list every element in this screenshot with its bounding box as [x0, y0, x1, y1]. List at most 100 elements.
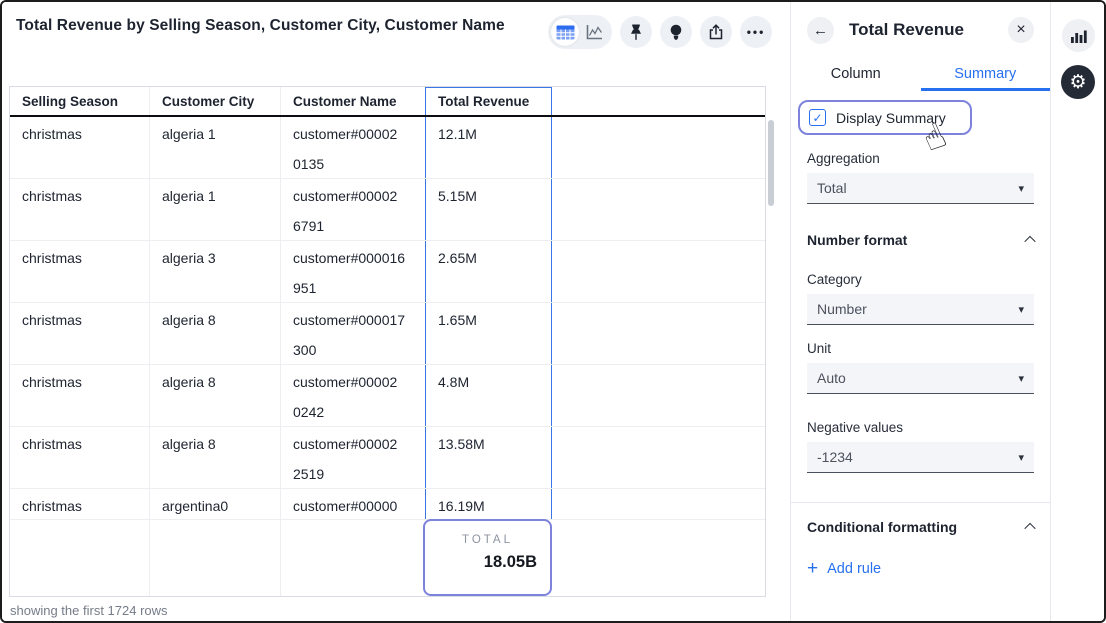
- add-rule-label: Add rule: [827, 561, 881, 577]
- cell-empty: [281, 520, 425, 596]
- cell-empty: [10, 520, 150, 596]
- share-button[interactable]: [700, 16, 732, 48]
- panel-title: Total Revenue: [849, 20, 1008, 40]
- close-icon: ×: [1016, 21, 1025, 39]
- cell-selling-season: christmas: [10, 365, 150, 426]
- tab-column[interactable]: Column: [791, 60, 921, 91]
- cell-selling-season: christmas: [10, 117, 150, 178]
- unit-value: Auto: [817, 370, 846, 386]
- pin-button[interactable]: [620, 16, 652, 48]
- close-button[interactable]: ×: [1008, 17, 1034, 43]
- summary-row: TOTAL 18.05B: [10, 520, 765, 596]
- lightbulb-icon: [668, 23, 684, 41]
- cell-total-revenue: 4.8M: [425, 365, 552, 426]
- cell-customer-name: customer#000020242: [281, 365, 425, 426]
- chevron-down-icon: ▾: [1018, 182, 1024, 195]
- category-select[interactable]: Number ▾: [807, 294, 1034, 325]
- cell-empty: [552, 117, 765, 178]
- cell-selling-season: christmas: [10, 241, 150, 302]
- number-format-label: Number format: [807, 232, 907, 248]
- cell-customer-city: algeria 1: [150, 179, 281, 240]
- cell-customer-name: customer#000026791: [281, 179, 425, 240]
- cell-customer-city: algeria 8: [150, 365, 281, 426]
- gear-icon: ⚙: [1069, 71, 1086, 93]
- cell-customer-name: customer#000020135: [281, 117, 425, 178]
- table-icon: [556, 25, 575, 40]
- negative-values-select[interactable]: -1234 ▾: [807, 442, 1034, 473]
- table-row: christmasalgeria 1customer#00002013512.1…: [10, 117, 765, 179]
- display-summary-checkbox[interactable]: ✓: [809, 109, 826, 126]
- section-divider: [791, 502, 1050, 503]
- cell-customer-city: algeria 3: [150, 241, 281, 302]
- table-view-button[interactable]: [551, 18, 579, 46]
- cell-empty: [552, 241, 765, 302]
- table-row: christmasalgeria 8customer#0000173001.65…: [10, 303, 765, 365]
- column-header-customer-city[interactable]: Customer City: [150, 87, 281, 115]
- bar-chart-icon: [1070, 28, 1088, 44]
- column-header-empty: [552, 87, 765, 115]
- table-row: christmasargentina0customer#0000016.19M: [10, 489, 765, 520]
- display-summary-highlight: ✓ Display Summary: [798, 100, 972, 135]
- cell-total-revenue: 16.19M: [425, 489, 552, 519]
- table-row: christmasalgeria 8customer#0000202424.8M: [10, 365, 765, 427]
- cell-customer-city: argentina0: [150, 489, 281, 519]
- cell-empty: [150, 520, 281, 596]
- cell-empty: [552, 179, 765, 240]
- settings-button[interactable]: ⚙: [1061, 65, 1095, 99]
- category-value: Number: [817, 301, 867, 317]
- plus-icon: +: [807, 562, 818, 576]
- cell-selling-season: christmas: [10, 303, 150, 364]
- cell-customer-city: algeria 1: [150, 117, 281, 178]
- aggregation-value: Total: [817, 180, 847, 196]
- cell-selling-season: christmas: [10, 489, 150, 519]
- cell-total-revenue: 2.65M: [425, 241, 552, 302]
- tab-summary[interactable]: Summary: [921, 60, 1051, 91]
- cell-total-revenue: 12.1M: [425, 117, 552, 178]
- cell-empty: [552, 365, 765, 426]
- chevron-down-icon: ▾: [1018, 303, 1024, 316]
- more-options-button[interactable]: •••: [740, 16, 772, 48]
- unit-label: Unit: [807, 341, 1034, 356]
- cell-customer-city: algeria 8: [150, 303, 281, 364]
- collapse-chevron-icon[interactable]: [1024, 523, 1035, 534]
- column-header-customer-name[interactable]: Customer Name: [281, 87, 425, 115]
- column-header-total-revenue[interactable]: Total Revenue: [425, 87, 552, 115]
- cell-selling-season: christmas: [10, 427, 150, 488]
- chart-config-button[interactable]: [1062, 19, 1095, 52]
- cell-customer-name: customer#000017300: [281, 303, 425, 364]
- cell-empty: [552, 489, 765, 519]
- more-icon: •••: [747, 25, 766, 39]
- number-format-section-header: Number format: [807, 232, 1034, 248]
- category-label: Category: [807, 272, 1034, 287]
- aggregation-select[interactable]: Total ▾: [807, 173, 1034, 204]
- cell-total-revenue: 5.15M: [425, 179, 552, 240]
- add-rule-button[interactable]: + Add rule: [807, 561, 1034, 577]
- table-body: christmasalgeria 1customer#00002013512.1…: [10, 117, 765, 520]
- conditional-formatting-section-header: Conditional formatting: [807, 519, 1034, 535]
- insights-button[interactable]: [660, 16, 692, 48]
- negative-values-value: -1234: [817, 449, 853, 465]
- checkmark-icon: ✓: [812, 111, 822, 125]
- total-value: 18.05B: [425, 553, 550, 572]
- cell-customer-name: customer#000022519: [281, 427, 425, 488]
- conditional-formatting-label: Conditional formatting: [807, 519, 957, 535]
- back-button[interactable]: ←: [807, 17, 834, 44]
- unit-select[interactable]: Auto ▾: [807, 363, 1034, 394]
- table-header-row: Selling Season Customer City Customer Na…: [10, 87, 765, 117]
- display-summary-label: Display Summary: [836, 110, 946, 126]
- row-count-status: showing the first 1724 rows: [10, 603, 168, 618]
- view-toggle: [548, 15, 612, 49]
- back-icon: ←: [813, 22, 828, 39]
- cell-customer-name: customer#00000: [281, 489, 425, 519]
- chevron-down-icon: ▾: [1018, 372, 1024, 385]
- total-label: TOTAL: [425, 534, 550, 546]
- cell-total-revenue: 13.58M: [425, 427, 552, 488]
- table-scrollbar[interactable]: [768, 120, 774, 206]
- total-summary-box: TOTAL 18.05B: [423, 519, 552, 596]
- column-header-selling-season[interactable]: Selling Season: [10, 87, 150, 115]
- data-table: Selling Season Customer City Customer Na…: [9, 86, 766, 597]
- column-settings-panel: ← Total Revenue × Column Summary ✓ Displ…: [790, 2, 1050, 621]
- collapse-chevron-icon[interactable]: [1024, 236, 1035, 247]
- table-row: christmasalgeria 1customer#0000267915.15…: [10, 179, 765, 241]
- chart-view-button[interactable]: [579, 18, 609, 46]
